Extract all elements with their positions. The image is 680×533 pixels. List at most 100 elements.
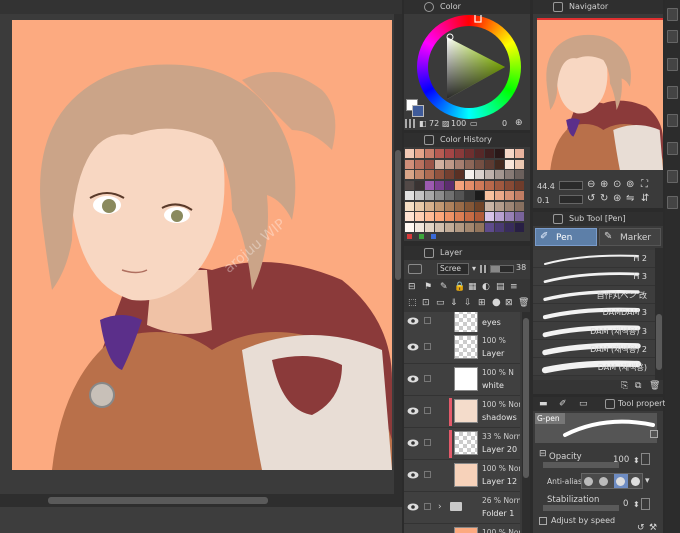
color-history-swatch[interactable] [415,180,424,190]
delete-subtool-icon[interactable]: 🗑 [649,381,660,391]
brush-item[interactable]: H 2 [533,250,655,268]
opacity-stepper-icon[interactable]: ⬍ [633,456,640,465]
color-history-swatch[interactable] [465,149,474,158]
color-history-swatch[interactable] [455,180,464,190]
color-history-swatch[interactable] [405,201,414,211]
color-history-swatch[interactable] [455,159,464,169]
color-history-swatch[interactable] [495,191,504,200]
saturation-triangle[interactable] [417,15,521,119]
brush-list[interactable]: H 2 H 3 自作丸ペン 改 DAMDAM 3 DAM (채색용) 3 DAM (채색용… [533,248,655,380]
color-history-swatch[interactable] [435,159,444,169]
side-panel-icon-1[interactable] [667,8,678,21]
color-history-swatch[interactable] [505,212,514,221]
actual-size-icon[interactable]: ⊙ [613,179,621,190]
color-history-swatch[interactable] [405,149,414,158]
blend-dropdown-icon[interactable]: ▾ [472,264,476,273]
copy-subtool-icon[interactable]: ⧉ [635,381,641,391]
subtool-tab[interactable]: Sub Tool [Pen] [533,212,663,226]
canvas-vertical-scroll-thumb[interactable] [395,150,401,280]
color-history-swatch[interactable] [515,170,524,179]
color-history-swatch[interactable] [445,201,454,211]
color-history-swatch[interactable] [475,149,484,158]
color-history-swatch[interactable] [405,212,414,221]
layer-lock-checkbox[interactable] [424,471,431,478]
visibility-eye-icon[interactable] [407,375,419,383]
rotate-right-icon[interactable]: ↻ [600,193,608,204]
save-subtool-icon[interactable]: ⎘ [621,381,628,391]
opacity-number[interactable]: 100 [613,455,629,465]
layer-lock-checkbox[interactable] [424,343,431,350]
color-history-swatch[interactable] [425,170,434,179]
folder-expand-icon[interactable]: › [438,502,442,512]
color-history-swatch[interactable] [475,170,484,179]
color-history-swatch[interactable] [445,191,454,200]
brush-item[interactable]: DAMDAM 3 [533,304,655,322]
zoom-out-icon[interactable]: ⊖ [587,179,595,190]
fit-view-icon[interactable]: ⊚ [626,179,634,190]
color-history-swatch[interactable] [455,149,464,158]
rotation-slider[interactable] [559,195,583,204]
canvas-horizontal-scroll-thumb[interactable] [48,497,268,504]
color-history-swatch[interactable] [485,159,494,169]
color-history-swatch[interactable] [415,201,424,211]
color-set-tab-icon[interactable]: ▭ [579,399,588,409]
color-history-swatch[interactable] [465,180,474,190]
visibility-eye-icon[interactable] [407,439,419,447]
color-history-swatch[interactable] [495,201,504,211]
color-history-swatch[interactable] [455,170,464,179]
rotation-value[interactable]: 0.1 [537,196,550,205]
brush-list-scroll-thumb[interactable] [656,314,662,370]
sub-color-swatch[interactable] [412,105,424,117]
color-history-swatch[interactable] [405,180,414,190]
color-history-swatch[interactable] [465,170,474,179]
zoom-in-icon[interactable]: ⊕ [600,179,608,190]
color-history-swatch[interactable] [515,222,524,232]
globe-icon[interactable]: ⊕ [515,118,523,128]
clip-layer-icon[interactable]: ⊟ [408,282,416,292]
adjust-by-speed-checkbox[interactable] [539,517,547,525]
tab-pen[interactable]: ✐ Pen [535,228,597,246]
color-history-swatch[interactable] [475,212,484,221]
canvas-artwork[interactable]: arojuu WIP [12,20,392,470]
layer-row[interactable]: 100 % N white [404,364,520,396]
color-history-swatch[interactable] [435,212,444,221]
stabilization-number[interactable]: 0 [623,499,628,509]
layer-list-scroll-thumb[interactable] [523,318,529,478]
new-folder-icon[interactable]: ▭ [436,298,445,308]
color-history-swatch[interactable] [475,201,484,211]
visibility-eye-icon[interactable] [407,407,419,415]
layer-panel-tab[interactable]: Layer [404,246,530,260]
opacity-toggle-icon[interactable]: ⊟ [539,449,547,459]
delete-mask-icon[interactable]: ⊠ [505,298,513,308]
color-history-swatch[interactable] [445,170,454,179]
reset-settings-icon[interactable]: ↺ [637,523,645,533]
transparent-color-icon[interactable] [405,119,415,128]
color-history-swatch[interactable] [435,149,444,158]
layer-row[interactable]: 100 % Norm shadows [404,396,520,428]
navigator-preview[interactable] [537,18,663,170]
brush-item[interactable]: 自作丸ペン 改 [533,286,655,304]
color-history-swatch[interactable] [485,149,494,158]
zoom-slider[interactable] [559,181,583,190]
brush-size-tab-icon[interactable]: ▬ [539,399,548,409]
color-history-swatch[interactable] [465,159,474,169]
color-history-swatch[interactable] [405,170,414,179]
color-history-swatch[interactable] [505,149,514,158]
delete-layer-icon[interactable]: 🗑 [518,298,529,308]
color-history-swatch[interactable] [495,212,504,221]
lock-layer-icon[interactable]: 🔒 [454,282,465,292]
brush-item[interactable]: H 3 [533,268,655,286]
layer-row[interactable]: 100 % Normal [404,524,520,533]
antialias-selector[interactable] [581,473,643,489]
color-history-swatch[interactable] [435,191,444,200]
color-history-swatch[interactable] [415,191,424,200]
color-history-swatch[interactable] [485,201,494,211]
wrench-icon[interactable]: ⚒ [649,523,657,533]
mask-toggle-icon[interactable]: ◐ [482,282,490,292]
color-history-swatch[interactable] [425,201,434,211]
brush-item[interactable]: DAM (채색용) [533,358,655,376]
color-history-swatch[interactable] [495,170,504,179]
tool-property-tab[interactable]: ▬ ✐ ▭ Tool propert [533,397,666,411]
color-history-swatch[interactable] [455,191,464,200]
color-history-swatch[interactable] [465,191,474,200]
